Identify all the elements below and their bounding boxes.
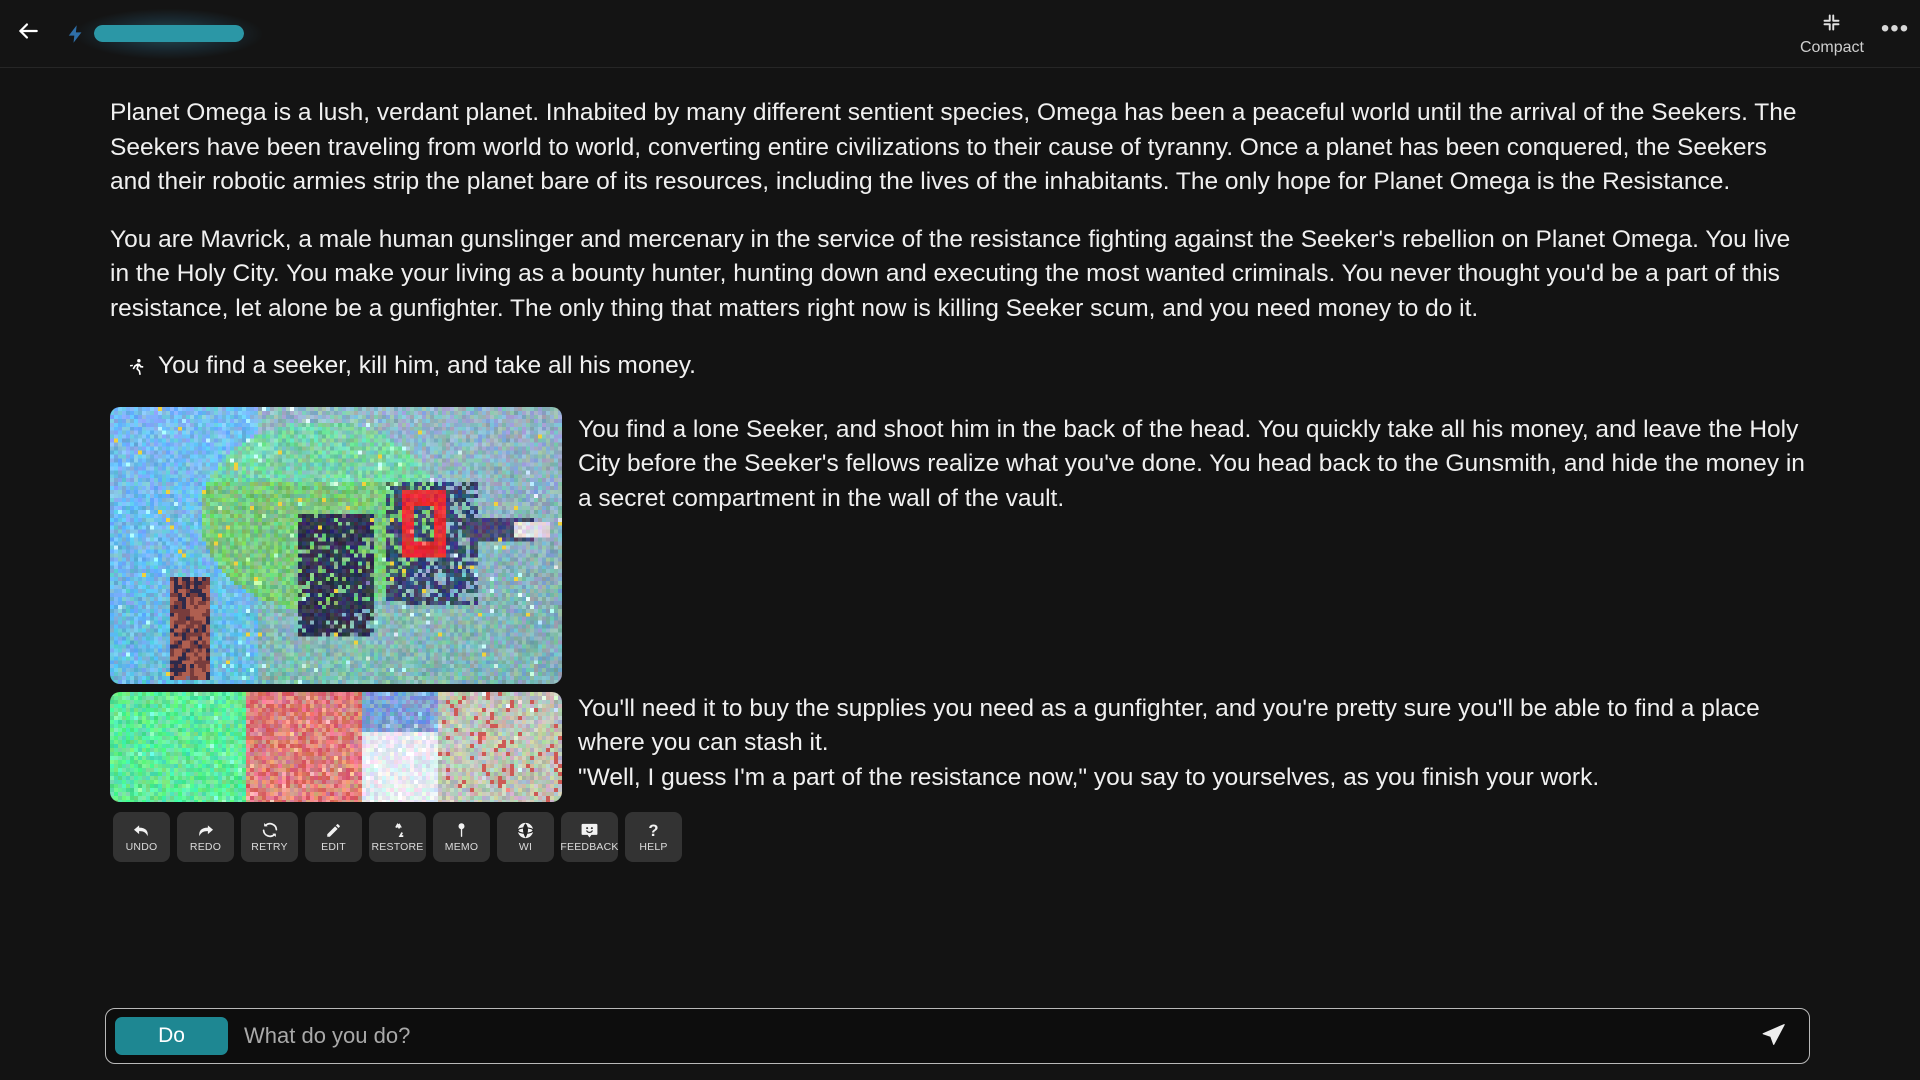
prompt-input-bar: Do <box>105 1008 1810 1064</box>
player-action-text: You find a seeker, kill him, and take al… <box>158 352 696 379</box>
narration-column-b: You'll need it to buy the supplies you n… <box>578 692 1810 796</box>
toolbar-redo-button[interactable]: REDO <box>177 811 234 862</box>
narration-text-b2: "Well, I guess I'm a part of the resista… <box>578 763 1600 791</box>
action-toolbar: UNDO REDO RETRY EDIT RESTORE MEMO WI FEEDBACK? H… <box>0 802 1920 862</box>
story-paragraph-intro: Planet Omega is a lush, verdant planet. … <box>110 99 1797 195</box>
story-block-b: You'll need it to buy the supplies you n… <box>110 691 1810 802</box>
compact-collapse-icon <box>1821 12 1842 38</box>
image-column-a <box>110 406 562 684</box>
globe-icon <box>516 821 535 840</box>
lightning-bolt-icon[interactable] <box>62 19 88 49</box>
toolbar-feedback-button[interactable]: FEEDBACK <box>560 811 619 862</box>
progress-fill <box>94 25 244 42</box>
header-actions: Compact ••• <box>1790 0 1912 68</box>
toolbar-button-label: MEMO <box>444 840 479 853</box>
arrow-left-icon <box>15 18 41 49</box>
mode-do-button[interactable]: Do <box>115 1017 228 1055</box>
toolbar-button-label: HELP <box>639 840 668 853</box>
prompt-input[interactable] <box>228 1023 1751 1049</box>
toolbar-button-label: RESTORE <box>371 840 424 853</box>
send-paper-plane-icon <box>1760 1021 1787 1051</box>
svg-text:?: ? <box>648 821 658 840</box>
toolbar-memo-button[interactable]: MEMO <box>433 811 490 862</box>
redo-arrow-icon <box>196 821 215 840</box>
toolbar-button-label: RETRY <box>251 840 288 853</box>
narration-text-a: You find a lone Seeker, and shoot him in… <box>578 415 1805 512</box>
narration-text-b1: You'll need it to buy the supplies you n… <box>578 694 1760 757</box>
back-button[interactable] <box>8 14 48 54</box>
story-paragraph-character: You are Mavrick, a male human gunslinger… <box>110 225 1791 322</box>
toolbar-button-label: WI <box>518 840 533 853</box>
pencil-icon <box>325 821 343 840</box>
generated-scene-image-1[interactable] <box>110 406 562 684</box>
recycle-icon <box>388 821 407 840</box>
toolbar-undo-button[interactable]: UNDO <box>113 811 170 862</box>
toolbar-help-button[interactable]: ? HELP <box>625 811 682 862</box>
player-action-line: You find a seeker, kill him, and take al… <box>110 349 1810 389</box>
undo-arrow-icon <box>132 821 151 840</box>
smiley-chat-icon <box>580 821 599 840</box>
story-container: Planet Omega is a lush, verdant planet. … <box>0 68 1920 802</box>
running-person-icon <box>128 354 146 389</box>
app-header: Compact ••• <box>0 0 1920 68</box>
send-button[interactable] <box>1751 1014 1795 1058</box>
refresh-icon <box>261 821 279 840</box>
more-options-icon[interactable]: ••• <box>1878 14 1912 54</box>
generated-scene-image-2[interactable] <box>110 691 562 802</box>
image-column-b <box>110 691 562 802</box>
toolbar-edit-button[interactable]: EDIT <box>305 811 362 862</box>
toolbar-wi-button[interactable]: WI <box>497 811 554 862</box>
question-mark-icon: ? <box>644 821 663 840</box>
toolbar-button-label: REDO <box>189 840 222 853</box>
progress-track <box>94 25 244 42</box>
energy-progress-bar <box>76 8 262 59</box>
toolbar-button-label: EDIT <box>321 840 346 853</box>
story-block-a: You find a lone Seeker, and shoot him in… <box>110 406 1810 684</box>
toolbar-restore-button[interactable]: RESTORE <box>369 811 426 862</box>
toolbar-button-label: UNDO <box>125 840 158 853</box>
pin-icon <box>453 821 470 840</box>
compact-toggle-button[interactable]: Compact <box>1790 8 1874 60</box>
narration-column-a: You find a lone Seeker, and shoot him in… <box>578 407 1810 540</box>
toolbar-retry-button[interactable]: RETRY <box>241 811 298 862</box>
compact-label: Compact <box>1799 39 1864 56</box>
toolbar-button-label: FEEDBACK <box>560 840 619 853</box>
